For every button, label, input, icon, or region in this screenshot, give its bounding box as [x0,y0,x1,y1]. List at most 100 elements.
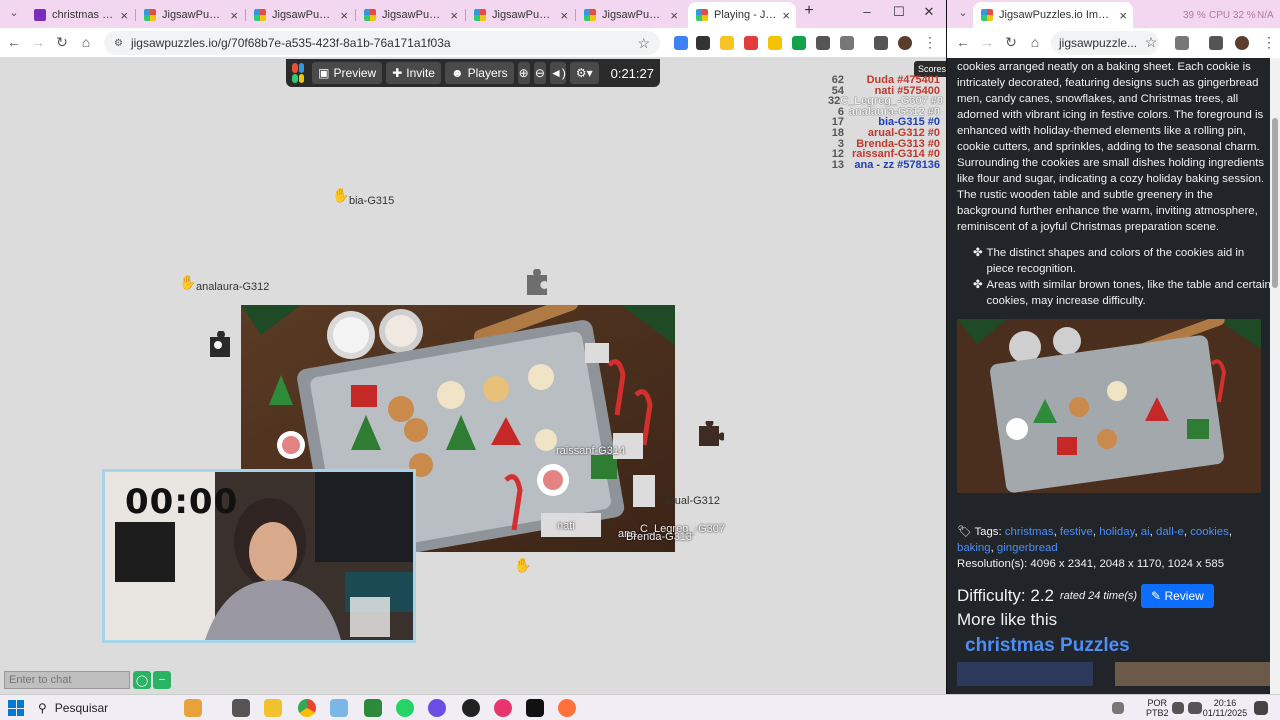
back-icon[interactable]: ← [953,34,973,50]
puzzle-piece[interactable] [206,331,234,363]
players-button[interactable]: ☻ Players [444,62,514,84]
bookmark-star-icon[interactable]: ☆ [1141,34,1161,51]
language-indicator[interactable]: POR PTB2 [1146,698,1169,718]
tag-link[interactable]: ai [1141,526,1150,538]
tag-link[interactable]: gingerbread [997,542,1058,554]
tab-jigsaw-2[interactable]: JigsawPuzzles.io × [246,2,354,28]
tray-chevron-icon[interactable] [1112,702,1124,714]
file-explorer-icon[interactable] [264,699,282,717]
new-tab-button[interactable]: + [794,2,824,20]
tag-link[interactable]: holiday [1099,526,1134,538]
invite-button[interactable]: ✚ Invite [386,62,441,84]
opera-icon[interactable] [494,699,512,717]
app-icon[interactable] [364,699,382,717]
extension-icon[interactable] [720,36,734,50]
tab-christmas-images[interactable]: christmas Images × [26,2,134,28]
preview-button[interactable]: ▣ Preview [312,62,383,84]
tab-image-page[interactable]: JigsawPuzzles.io Image - Festive × [973,2,1133,28]
reload-icon[interactable]: ↻ [52,34,72,51]
scrollbar-thumb[interactable] [1272,118,1278,288]
task-view-icon[interactable] [232,699,250,717]
puzzle-canvas[interactable]: ▣ Preview ✚ Invite ☻ Players ⊕ ⊖ ◄) ⚙▾ 0… [0,59,946,694]
list-item: ✤ Areas with similar brown tones, like th… [973,277,1271,309]
tab-jigsaw-3[interactable]: JigsawPuzzles.io × [356,2,464,28]
close-icon[interactable]: × [340,8,348,23]
sound-button[interactable]: ◄) [549,62,566,84]
chat-input[interactable] [4,671,130,689]
home-icon[interactable]: ⌂ [1025,34,1045,50]
chat-send-button[interactable]: ◯ [133,671,151,689]
close-icon[interactable]: × [782,8,790,23]
notifications-icon[interactable] [1254,701,1268,715]
puzzle-piece[interactable] [694,421,724,451]
tab-jigsaw-4[interactable]: JigsawPuzzles.io × [466,2,574,28]
clock[interactable]: 20:16 01/11/2025 [1200,698,1250,718]
tag-link[interactable]: baking [957,542,991,554]
address-bar[interactable]: ⚙ jigsawpuzzles.io/g/70f68b7e-a535-423f-… [104,31,660,55]
menu-icon[interactable]: ⋮ [920,34,940,51]
close-icon[interactable]: × [450,8,458,23]
tab-playing[interactable]: Playing - JigsawP × [688,2,796,28]
app-icon[interactable] [330,699,348,717]
puzzle-toolbar: ▣ Preview ✚ Invite ☻ Players ⊕ ⊖ ◄) ⚙▾ 0… [286,59,660,87]
extension-icon[interactable] [696,36,710,50]
extension-icon[interactable] [816,36,830,50]
extension-icon[interactable] [792,36,806,50]
maximize-button[interactable]: ☐ [884,4,914,20]
minimize-button[interactable]: – [852,4,882,19]
chrome-icon[interactable] [298,699,316,717]
christmas-puzzles-link[interactable]: christmas Puzzles [965,636,1271,655]
notion-icon[interactable] [526,699,544,717]
close-icon[interactable]: × [560,8,568,23]
tag-link[interactable]: cookies [1190,526,1229,538]
related-thumbnail[interactable] [957,662,1093,686]
close-window-button[interactable]: ✕ [914,4,944,20]
microphone-icon[interactable] [1172,702,1184,714]
close-icon[interactable]: × [1119,8,1127,23]
app-icon[interactable] [428,699,446,717]
firefox-icon[interactable] [558,699,576,717]
media-icon[interactable] [1209,36,1223,50]
menu-icon[interactable]: ⋮ [1259,34,1279,51]
close-icon[interactable]: × [670,8,678,23]
tab-search-button[interactable]: ⌄ [953,6,973,19]
media-icon[interactable] [874,36,888,50]
scrollbar[interactable] [1270,58,1280,694]
tab-jigsaw-1[interactable]: JigsawPuzzles.io × [136,2,244,28]
puzzle-preview-image[interactable] [957,315,1261,493]
tag-link[interactable]: festive [1060,526,1093,538]
back-icon[interactable]: ← [4,34,24,50]
chat-minimize-button[interactable]: − [153,671,171,689]
forward-icon[interactable]: → [977,34,997,50]
puzzle-piece[interactable] [522,269,552,299]
site-info-icon[interactable]: ⚙ [114,38,123,49]
avatar[interactable] [898,36,912,50]
zoom-in-button[interactable]: ⊕ [517,62,530,84]
score-row: 18 arual-G312 #0 [828,128,940,139]
reload-icon[interactable]: ↻ [1001,34,1021,51]
tab-jigsaw-5[interactable]: JigsawPuzzles.io × [576,2,684,28]
zoom-out-button[interactable]: ⊖ [533,62,546,84]
forward-icon[interactable]: → [28,34,48,50]
widget-icon[interactable] [184,699,202,717]
taskbar-search[interactable]: ⚲ Pesquisar [32,697,182,719]
extension-icon[interactable] [674,36,688,50]
extension-icon[interactable] [744,36,758,50]
tab-search-button[interactable]: ⌄ [4,6,24,19]
close-icon[interactable]: × [230,8,238,23]
bookmark-star-icon[interactable]: ☆ [637,35,650,52]
tag-link[interactable]: dall-e [1156,526,1184,538]
obs-icon[interactable] [462,699,480,717]
review-button[interactable]: ✎ Review [1141,584,1214,608]
home-icon[interactable]: ⌂ [76,34,96,50]
whatsapp-icon[interactable] [396,699,414,717]
avatar[interactable] [1235,36,1249,50]
tag-link[interactable]: christmas [1005,526,1054,538]
windows-start-icon[interactable] [8,700,24,716]
extension-icon[interactable] [768,36,782,50]
extensions-puzzle-icon[interactable] [1175,36,1189,50]
close-icon[interactable]: × [120,8,128,23]
settings-button[interactable]: ⚙▾ [569,62,599,84]
extensions-puzzle-icon[interactable] [840,36,854,50]
related-thumbnail[interactable] [1115,662,1271,686]
